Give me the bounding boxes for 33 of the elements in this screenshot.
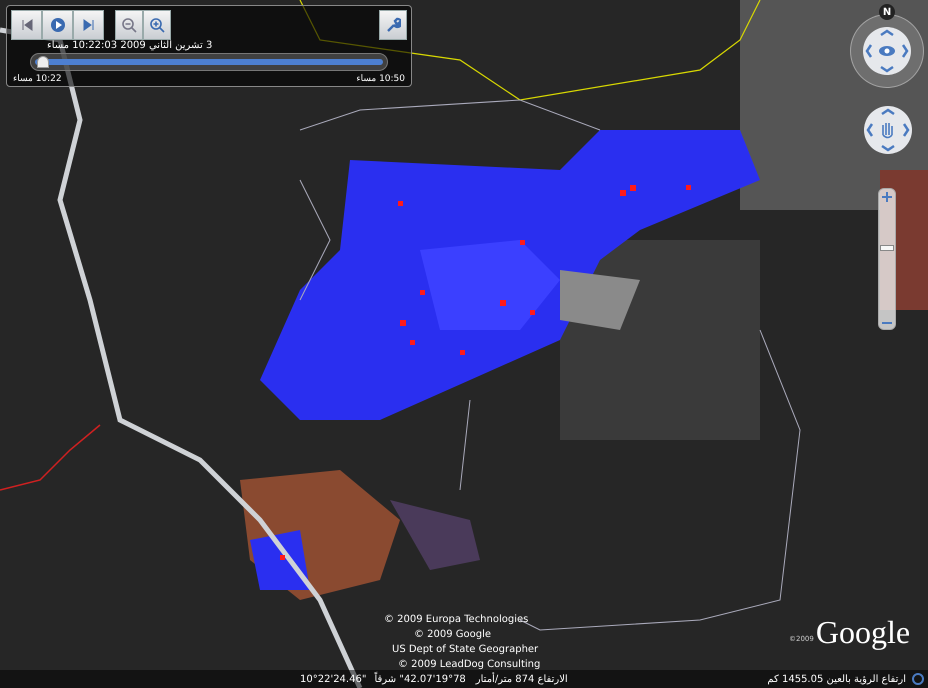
zoom-thumb[interactable] [880,245,894,252]
elevation-text: الارتفاع 874 متر/أمتار [476,672,568,686]
latitude-text: 19°78'42.07" شرقاً [374,672,466,686]
settings-icon [385,17,401,33]
eye-arrows-icon [862,26,912,76]
copyright-text: US Dept of State Geographer [392,643,540,657]
zoom-out-icon [121,17,137,33]
longitude-text: 10°22'24.46" [300,672,366,686]
current-time-label: 3 تشرين الثاني 2009 10:22:03 مساء [47,40,212,52]
skip-forward-button[interactable] [73,10,104,40]
settings-button[interactable] [379,10,407,40]
end-time-label: 10:50 مساء [356,73,405,86]
loading-ring-icon [912,673,924,685]
pan-control-icon[interactable] [863,105,913,155]
start-time-label: 10:22 مساء [13,73,62,86]
time-slider-thumb[interactable] [37,56,49,68]
play-button[interactable] [42,10,73,40]
zoom-in-icon [149,17,165,33]
copyright-text: © 2009 Europa Technologies [384,613,530,627]
zoom-slider[interactable] [878,188,896,330]
skip-back-icon [20,19,32,31]
google-logo: Google [816,614,910,650]
zoom-in-button[interactable] [143,10,171,40]
zoom-out-button[interactable] [115,10,143,40]
minus-icon [882,321,892,325]
skip-back-button[interactable] [11,10,42,40]
time-slider-track[interactable] [30,53,388,71]
plus-icon [882,192,892,202]
play-loop-icon [50,17,66,33]
skip-forward-icon [82,19,94,31]
eye-altitude-text: ارتفاع الرؤية بالعين 1455.05 كم [767,672,906,686]
copyright-text: © 2009 LeadDog Consulting [398,658,540,672]
copyright-text: © 2009 Google [414,628,492,642]
